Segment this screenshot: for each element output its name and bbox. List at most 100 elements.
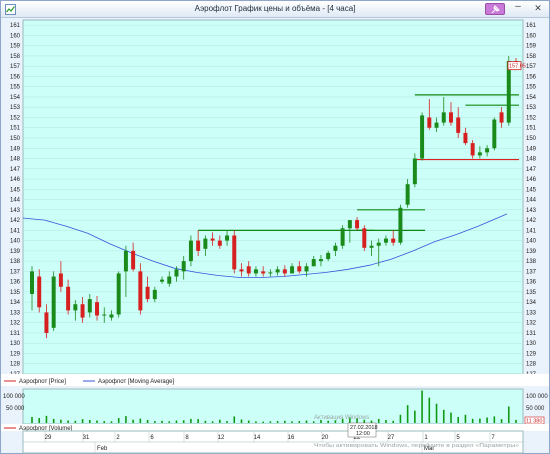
time-day-label: 20: [322, 435, 329, 441]
bullish-candle: [181, 261, 186, 272]
volume-bar: [493, 416, 496, 423]
price-tick-left: 154: [10, 95, 21, 101]
volume-bar: [515, 419, 517, 423]
volume-bar: [38, 418, 41, 423]
windows-watermark-text: Чтобы активировать Windows, перейдите в …: [314, 442, 519, 449]
volume-bar: [500, 419, 503, 423]
volume-bar: [88, 419, 91, 423]
bullish-candle: [160, 279, 165, 282]
volume-bar: [132, 419, 134, 423]
price-tick-right: 146: [526, 177, 537, 183]
volume-bar: [103, 421, 106, 423]
bullish-candle: [73, 304, 78, 311]
volume-bar: [67, 420, 69, 423]
price-tick-left: 128: [10, 362, 21, 368]
volume-tick-50k-left: 50 000: [6, 406, 25, 412]
price-tick-right: 161: [526, 23, 537, 29]
price-tick-left: 158: [10, 54, 21, 60]
price-tick-left: 153: [10, 105, 21, 111]
price-tick-right: 137: [526, 269, 537, 275]
price-tick-left: 149: [10, 146, 21, 152]
time-month-label: Feb: [97, 446, 108, 452]
bearish-candle: [499, 112, 504, 123]
last-volume-value: 11 380: [526, 419, 542, 425]
bullish-candle: [290, 266, 295, 274]
bullish-candle: [506, 61, 511, 123]
bearish-candle: [196, 240, 201, 251]
volume-bar: [197, 419, 199, 423]
bearish-candle: [391, 238, 396, 243]
cursor-time: 12:00: [356, 431, 370, 437]
bearish-candle: [95, 302, 100, 316]
volume-bar: [414, 410, 416, 423]
time-day-label: 12: [218, 435, 225, 441]
volume-bar: [486, 417, 488, 423]
price-tick-left: 138: [10, 259, 21, 265]
volume-bar: [450, 412, 452, 423]
close-button[interactable]: ✕: [531, 3, 545, 15]
price-tick-left: 136: [10, 280, 21, 286]
volume-bar: [377, 418, 380, 423]
price-tick-left: 157: [10, 64, 21, 70]
volume-bar: [464, 414, 467, 423]
price-tick-right: 156: [526, 74, 537, 80]
volume-plot-area[interactable]: [22, 388, 524, 425]
bullish-candle: [477, 152, 482, 156]
volume-legend-bar: [1, 424, 549, 431]
bullish-candle: [174, 269, 179, 277]
price-tick-right: 155: [526, 85, 537, 91]
volume-bar: [507, 406, 510, 423]
chart-window: Аэрофлот График цены и объёма - [4 часа]…: [0, 0, 550, 454]
price-tick-right: 132: [526, 321, 537, 327]
price-tick-right: 135: [526, 290, 537, 296]
volume-bar: [399, 414, 402, 423]
minimize-button[interactable]: –: [511, 2, 525, 15]
volume-bar: [385, 419, 387, 423]
volume-bar: [219, 419, 221, 423]
time-day-label: 14: [254, 435, 261, 441]
volume-bar: [81, 419, 84, 423]
price-plot-area[interactable]: [22, 19, 524, 375]
volume-bar: [392, 420, 394, 423]
bearish-candle: [427, 117, 432, 128]
title-bar: Аэрофлот График цены и объёма - [4 часа]…: [1, 1, 549, 18]
volume-bar: [154, 421, 156, 423]
bearish-candle: [37, 276, 42, 308]
price-tick-right: 139: [526, 249, 537, 255]
bearish-candle: [131, 250, 136, 270]
bullish-candle: [398, 207, 403, 243]
bearish-candle: [44, 312, 49, 333]
volume-tick-100k-right: 100 000: [526, 394, 548, 400]
price-tick-right: 150: [526, 136, 537, 142]
price-tick-right: 147: [526, 167, 537, 173]
bearish-candle: [66, 286, 71, 311]
bearish-candle: [282, 269, 287, 274]
volume-bar: [247, 420, 250, 423]
price-tick-right: 151: [526, 126, 537, 132]
bullish-candle: [102, 314, 107, 316]
bullish-candle: [347, 220, 352, 229]
volume-bar: [96, 420, 98, 423]
bearish-candle: [261, 271, 266, 274]
bearish-candle: [232, 235, 237, 270]
window-title: Аэрофлот График цены и объёма - [4 часа]: [194, 4, 356, 13]
price-tick-left: 134: [10, 300, 21, 306]
bullish-candle: [109, 314, 114, 318]
bullish-candle: [340, 228, 345, 246]
volume-bar: [291, 421, 293, 423]
price-axis-left: 1271281291301311321331341351361371381391…: [10, 23, 21, 378]
price-tick-left: 140: [10, 239, 21, 245]
bearish-candle: [239, 269, 244, 272]
last-price-tag: 157.05: [507, 61, 526, 71]
bullish-candle: [304, 266, 309, 272]
volume-bar: [240, 419, 243, 423]
bullish-candle: [383, 238, 388, 243]
pin-icon: [491, 5, 500, 14]
bullish-candle: [225, 235, 230, 241]
volume-bar: [471, 418, 474, 423]
price-volume-chart[interactable]: 1271281291301311321331341351361371381391…: [1, 19, 549, 454]
pin-button[interactable]: [485, 3, 505, 15]
volume-bar: [442, 409, 445, 423]
bullish-candle: [123, 250, 128, 272]
price-tick-right: 128: [526, 362, 537, 368]
